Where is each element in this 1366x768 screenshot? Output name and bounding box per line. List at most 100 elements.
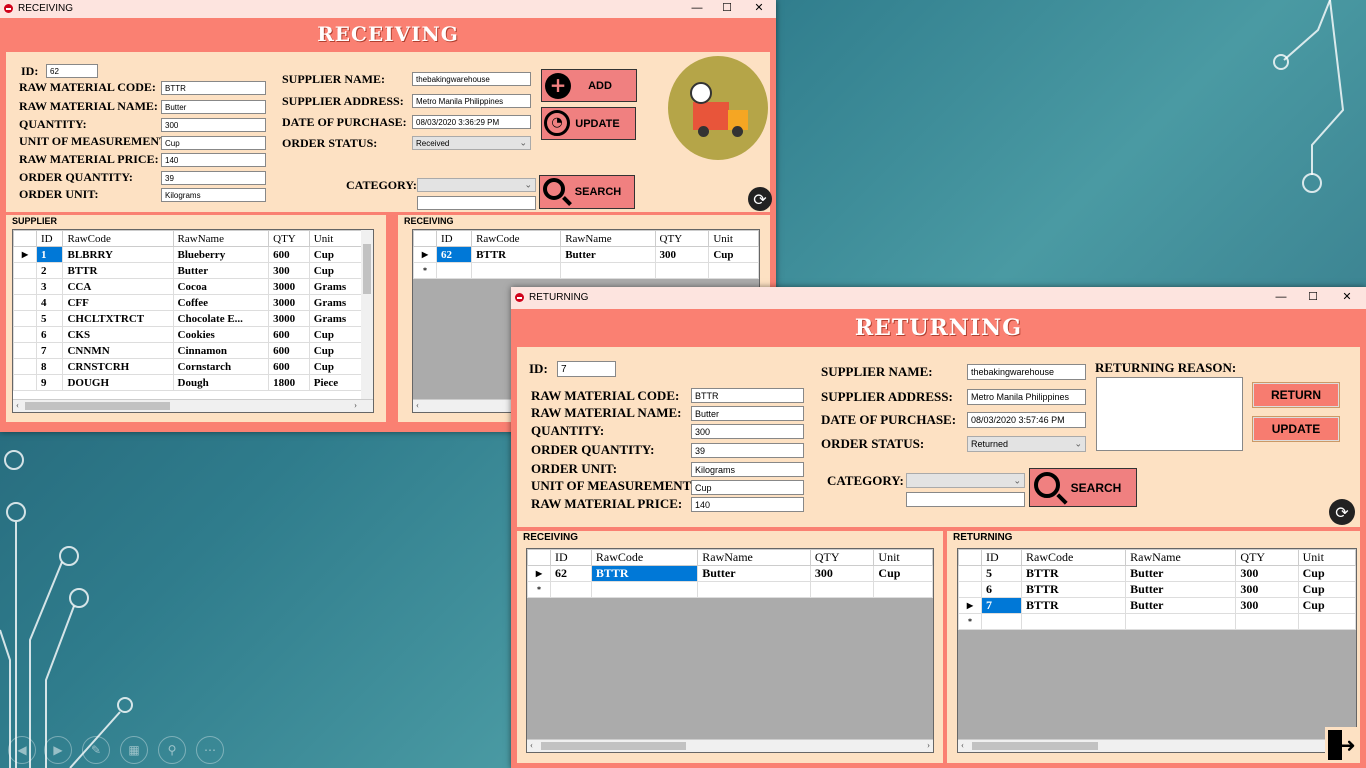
empty-cell[interactable] [1125,613,1237,630]
row-header[interactable] [13,326,37,343]
refresh-icon[interactable]: ⟳ [1329,499,1355,525]
column-header-rawcode[interactable]: RawCode [1021,549,1127,566]
empty-cell[interactable] [1021,613,1127,630]
table-cell-id[interactable]: 8 [35,358,64,375]
id-field[interactable]: 7 [557,361,616,377]
table-cell-rawname[interactable]: Cornstarch [172,358,270,375]
maximize-button[interactable]: ☐ [712,0,742,18]
table-cell-id[interactable]: 62 [435,246,473,263]
table-cell-rawname[interactable]: Butter [1125,565,1237,582]
unit-of-measurement-field[interactable]: Cup [161,136,266,150]
slides-grid-icon[interactable]: ▦ [120,736,148,764]
order-status-dropdown[interactable]: Received ⌄ [412,136,531,150]
empty-cell[interactable] [471,262,562,279]
minimize-button[interactable]: — [682,0,712,18]
empty-cell[interactable] [550,581,592,598]
empty-cell[interactable] [708,262,759,279]
table-cell-id[interactable]: 62 [550,565,592,582]
column-header-unit[interactable]: Unit [308,230,364,247]
row-header[interactable]: ▶ [958,597,982,614]
unit-of-measurement-field[interactable]: Cup [691,480,804,495]
new-row[interactable]: * [527,581,933,598]
column-header-id[interactable]: ID [35,230,64,247]
table-cell-qty[interactable]: 300 [654,246,710,263]
table-row[interactable]: 5 BTTR Butter 300 Cup [958,565,1356,582]
table-cell-unit[interactable]: Grams [308,310,364,327]
table-cell-rawname[interactable]: Cocoa [172,278,270,295]
row-header[interactable] [958,565,982,582]
empty-cell[interactable] [560,262,656,279]
table-cell-qty[interactable]: 300 [1235,597,1299,614]
maximize-button[interactable]: ☐ [1298,289,1328,307]
update-button[interactable]: ◔ UPDATE [541,107,636,140]
table-cell-qty[interactable]: 300 [1235,581,1299,598]
row-header[interactable] [13,310,37,327]
table-row[interactable]: 8 CRNSTCRH Cornstarch 600 Cup [13,358,364,375]
column-header-rawcode[interactable]: RawCode [471,230,562,247]
table-cell-rawcode[interactable]: BTTR [1021,581,1127,598]
scroll-left-icon[interactable]: ‹ [16,400,19,410]
table-cell-rawcode[interactable]: CFF [62,294,174,311]
order-status-dropdown[interactable]: Returned ⌄ [967,436,1086,452]
table-cell-unit[interactable]: Cup [708,246,759,263]
table-cell-unit[interactable]: Piece [308,374,364,391]
table-cell-rawname[interactable]: Dough [172,374,270,391]
empty-cell[interactable] [590,581,699,598]
table-row[interactable]: ▶ 1 BLBRRY Blueberry 600 Cup [13,246,364,263]
table-cell-rawcode[interactable]: DOUGH [62,374,174,391]
close-button[interactable]: ✕ [744,0,774,18]
table-cell-unit[interactable]: Cup [1297,565,1356,582]
table-row[interactable]: ▶ 7 BTTR Butter 300 Cup [958,597,1356,614]
supplier-address-field[interactable]: Metro Manila Philippines [412,94,531,108]
table-cell-unit[interactable]: Grams [308,278,364,295]
table-cell-rawcode[interactable]: CKS [62,326,174,343]
table-cell-rawcode[interactable]: BTTR [1021,597,1127,614]
table-cell-qty[interactable]: 300 [809,565,875,582]
column-header-rawname[interactable]: RawName [172,230,270,247]
table-cell-rawcode[interactable]: CHCLTXTRCT [62,310,174,327]
minimize-button[interactable]: — [1266,289,1296,307]
table-cell-unit[interactable]: Cup [308,358,364,375]
quantity-field[interactable]: 300 [691,424,804,439]
supplier-name-field[interactable]: thebakingwarehouse [412,72,531,86]
table-cell-unit[interactable]: Cup [308,326,364,343]
empty-cell[interactable] [435,262,473,279]
table-cell-rawcode[interactable]: BLBRRY [62,246,174,263]
order-quantity-field[interactable]: 39 [691,443,804,458]
order-quantity-field[interactable]: 39 [161,171,266,185]
table-row[interactable]: 6 BTTR Butter 300 Cup [958,581,1356,598]
exit-icon[interactable]: ➜ [1325,727,1359,761]
table-cell-rawname[interactable]: Butter [172,262,270,279]
table-cell-id[interactable]: 3 [35,278,64,295]
table-cell-rawname[interactable]: Blueberry [172,246,270,263]
horizontal-scrollbar[interactable]: ‹ [958,739,1356,752]
scroll-left-icon[interactable]: ‹ [530,740,533,750]
new-row[interactable]: * [958,613,1356,630]
close-button[interactable]: ✕ [1332,289,1362,307]
horizontal-scrollbar[interactable]: ‹ › [13,399,373,412]
column-header-id[interactable]: ID [980,549,1023,566]
column-header-id[interactable]: ID [550,549,592,566]
table-row[interactable]: 9 DOUGH Dough 1800 Piece [13,374,364,391]
table-cell-qty[interactable]: 3000 [268,294,310,311]
quantity-field[interactable]: 300 [161,118,266,132]
raw-material-price-field[interactable]: 140 [691,497,804,512]
scroll-right-icon[interactable]: › [927,740,930,750]
table-cell-id[interactable]: 6 [980,581,1023,598]
table-cell-rawcode[interactable]: CRNSTCRH [62,358,174,375]
scroll-right-icon[interactable]: › [354,400,357,410]
column-header-rawname[interactable]: RawName [697,549,811,566]
table-cell-id[interactable]: 6 [35,326,64,343]
table-cell-unit[interactable]: Cup [308,262,364,279]
table-row[interactable]: 7 CNNMN Cinnamon 600 Cup [13,342,364,359]
raw-material-name-field[interactable]: Butter [691,406,804,421]
zoom-icon[interactable]: ⚲ [158,736,186,764]
previous-slide-icon[interactable]: ◀ [8,736,36,764]
id-field[interactable]: 62 [46,64,98,78]
empty-cell[interactable] [809,581,875,598]
table-cell-id[interactable]: 2 [35,262,64,279]
return-button[interactable]: RETURN [1253,383,1339,407]
search-input[interactable] [417,196,536,210]
table-cell-qty[interactable]: 3000 [268,278,310,295]
returning-reason-field[interactable] [1096,377,1243,451]
